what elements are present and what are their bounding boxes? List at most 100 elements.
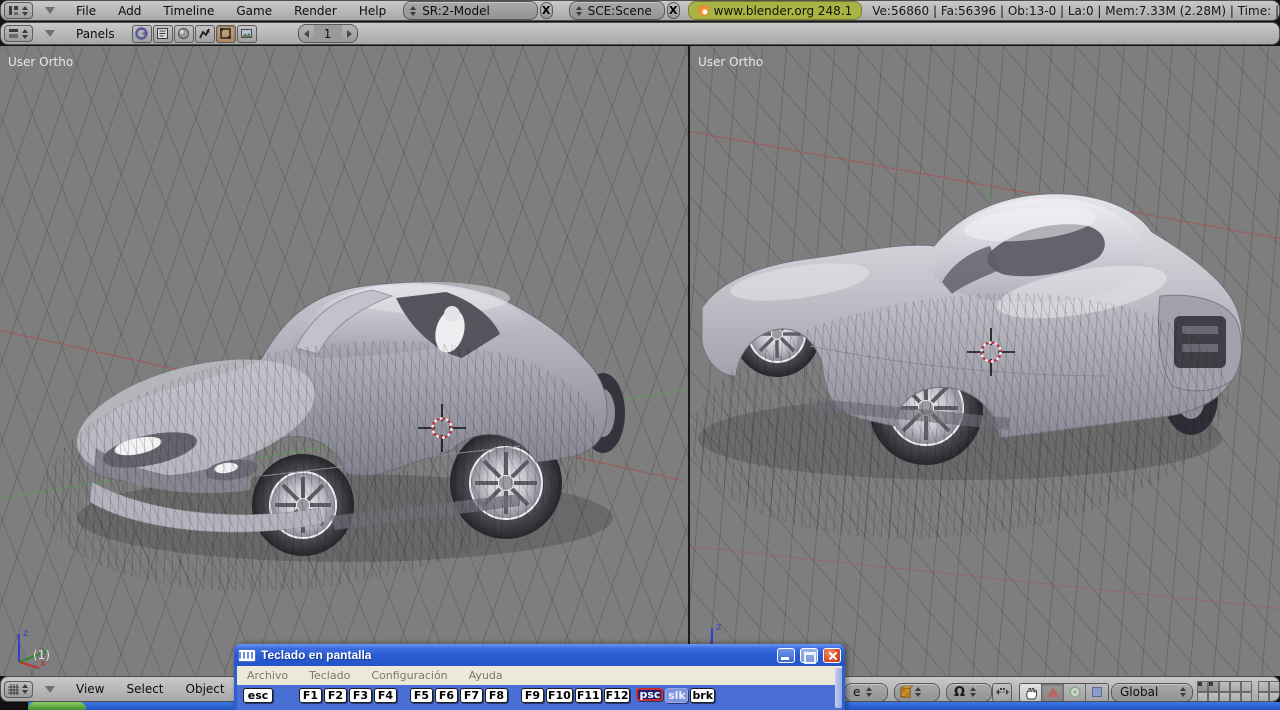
osk-menu-ayuda[interactable]: Ayuda <box>469 669 503 682</box>
frame-indicator: (1) <box>33 648 50 662</box>
menu-view[interactable]: View <box>65 682 115 696</box>
layer-button[interactable] <box>1208 681 1219 692</box>
buttons-window-type-button[interactable] <box>4 25 33 42</box>
context-editing-button[interactable] <box>215 24 236 43</box>
gizmo-z-label: z <box>716 622 721 633</box>
layer-button[interactable] <box>1230 692 1241 701</box>
info-header: File Add Timeline Game Render Help SR:2-… <box>0 0 1280 21</box>
layer-button[interactable] <box>1241 681 1252 692</box>
manipulator-hand-button[interactable] <box>1020 683 1042 701</box>
key-psc[interactable]: psc <box>636 688 664 701</box>
layer-button[interactable] <box>1269 681 1279 692</box>
osk-scrollbar[interactable] <box>835 668 842 708</box>
start-button[interactable] <box>28 702 86 710</box>
key-f1[interactable]: F1 <box>299 688 322 703</box>
blender-window: File Add Timeline Game Render Help SR:2-… <box>0 0 1280 710</box>
context-scene-button[interactable] <box>236 24 257 43</box>
menu-render[interactable]: Render <box>283 4 348 18</box>
key-f6[interactable]: F6 <box>435 688 458 703</box>
menu-file[interactable]: File <box>65 4 107 18</box>
osk-menu-configuracion[interactable]: Configuración <box>371 669 447 682</box>
key-f12[interactable]: F12 <box>603 688 631 703</box>
draw-type-dropdown[interactable]: e <box>844 682 888 701</box>
layer-button[interactable] <box>1197 681 1208 692</box>
key-f9[interactable]: F9 <box>521 688 544 703</box>
dropdown-spinner-icon <box>1178 687 1188 697</box>
osk-menubar: Archivo Teclado Configuración Ayuda <box>237 666 842 685</box>
layer-buttons-group-1 <box>1197 681 1254 701</box>
key-slk[interactable]: slk <box>665 688 689 703</box>
view3d-window-type-button[interactable] <box>4 680 33 698</box>
close-button[interactable] <box>823 647 841 663</box>
layer-button[interactable] <box>1269 692 1279 701</box>
menu-timeline[interactable]: Timeline <box>152 4 225 18</box>
context-script-button[interactable] <box>152 24 173 43</box>
scene-selector-value: SCE:Scene <box>587 3 652 18</box>
layer-button[interactable] <box>1219 681 1230 692</box>
layer-button[interactable] <box>1208 692 1219 701</box>
collapse-arrow-icon[interactable] <box>45 685 55 693</box>
menu-panels[interactable]: Panels <box>65 27 126 41</box>
layer-button[interactable] <box>1258 692 1269 701</box>
scene-close-button[interactable]: X <box>666 2 680 19</box>
key-f3[interactable]: F3 <box>349 688 372 703</box>
menu-select[interactable]: Select <box>115 682 174 696</box>
key-f10[interactable]: F10 <box>546 688 573 703</box>
pivot-dropdown[interactable]: Ω <box>946 682 992 701</box>
window-type-spinner-icon <box>20 684 30 694</box>
key-esc[interactable]: esc <box>243 688 273 703</box>
collapse-arrow-icon[interactable] <box>45 7 55 14</box>
menu-help[interactable]: Help <box>348 4 397 18</box>
frame-number-value[interactable]: 1 <box>314 27 342 41</box>
viewport-left[interactable]: User Ortho z x y (1) <box>0 46 688 676</box>
menu-object[interactable]: Object <box>175 682 236 696</box>
context-object-button[interactable] <box>194 24 215 43</box>
screen-close-button[interactable]: X <box>539 2 553 19</box>
context-logic-icon <box>135 27 148 40</box>
context-shading-icon <box>178 28 190 39</box>
buttons-window-icon <box>9 29 18 38</box>
osk-menu-archivo[interactable]: Archivo <box>247 669 288 682</box>
key-f8[interactable]: F8 <box>485 688 508 703</box>
key-f7[interactable]: F7 <box>460 688 483 703</box>
collapse-arrow-icon[interactable] <box>45 30 55 37</box>
manipulator-scale-button[interactable] <box>1086 683 1108 701</box>
layer-button[interactable] <box>1230 681 1241 692</box>
menu-add[interactable]: Add <box>107 4 152 18</box>
minimize-button[interactable] <box>777 647 795 663</box>
layer-button[interactable] <box>1258 681 1269 692</box>
manipulator-rotate-button[interactable] <box>1064 683 1086 701</box>
manipulator-translate-button[interactable] <box>1042 683 1064 701</box>
textured-draw-icon <box>900 685 913 698</box>
layer-button[interactable] <box>1197 692 1208 701</box>
layer-button[interactable] <box>1241 692 1252 701</box>
taskbar-dark-edge <box>0 702 28 710</box>
layer-button[interactable] <box>1219 692 1230 701</box>
context-shading-button[interactable] <box>173 24 194 43</box>
context-logic-button[interactable] <box>131 24 152 43</box>
screen-selector[interactable]: SR:2-Model <box>403 1 538 20</box>
key-brk[interactable]: brk <box>690 688 716 703</box>
key-f11[interactable]: F11 <box>574 688 602 703</box>
shading-dropdown[interactable] <box>894 682 940 701</box>
key-f2[interactable]: F2 <box>324 688 347 703</box>
frame-prev-button[interactable] <box>298 25 314 42</box>
frame-next-button[interactable] <box>341 25 357 42</box>
orientation-dropdown[interactable]: Global <box>1111 682 1193 701</box>
move-centers-button[interactable] <box>992 682 1012 701</box>
osk-menu-teclado[interactable]: Teclado <box>309 669 350 682</box>
window-type-spinner-icon <box>20 28 30 39</box>
viewport-right[interactable]: User Ortho z <box>690 46 1280 676</box>
menu-game[interactable]: Game <box>225 4 283 18</box>
osk-titlebar[interactable]: Teclado en pantalla <box>234 644 845 666</box>
view3d-window-icon <box>8 683 19 695</box>
context-editing-icon <box>220 28 232 39</box>
scene-selector[interactable]: SCE:Scene <box>568 1 665 20</box>
move-centers-icon <box>995 688 1009 695</box>
keyboard-icon <box>238 648 256 662</box>
key-f4[interactable]: F4 <box>374 688 397 703</box>
maximize-button[interactable] <box>800 647 818 664</box>
osk-window-title: Teclado en pantalla <box>261 648 372 662</box>
info-window-type-button[interactable] <box>4 2 33 19</box>
key-f5[interactable]: F5 <box>410 688 433 703</box>
